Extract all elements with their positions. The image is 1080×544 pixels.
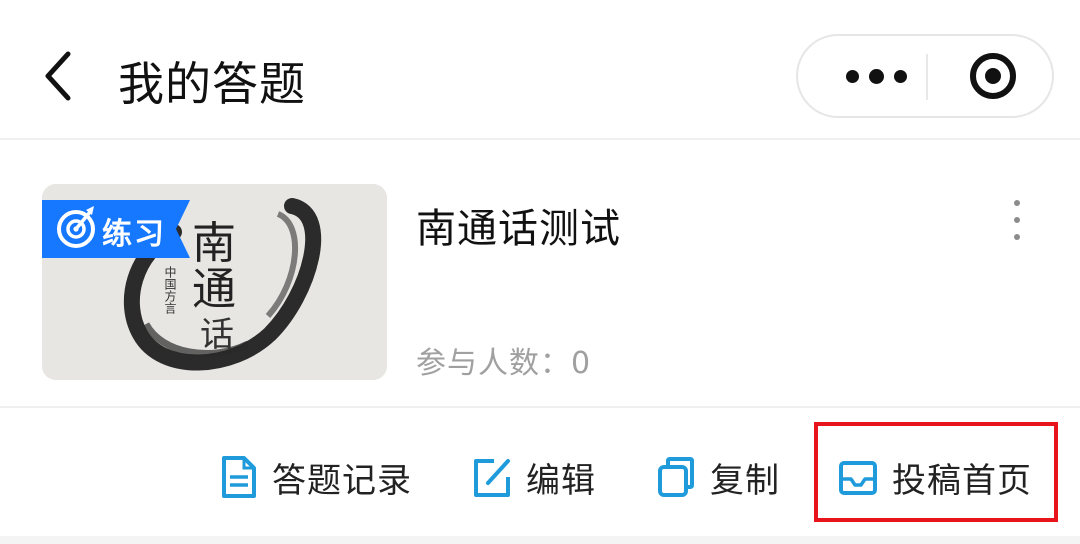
participant-count: 参与人数：0 (416, 346, 592, 381)
thumb-char-1: 南 (192, 218, 236, 269)
edit-icon (474, 459, 510, 497)
bottom-spacer (0, 536, 1080, 544)
mini-program-capsule (796, 34, 1054, 118)
chevron-left-icon[interactable] (36, 44, 86, 108)
thumb-small-text: 中国方言 (163, 265, 177, 315)
kebab-menu-icon[interactable] (1006, 200, 1028, 240)
divider (0, 406, 1080, 408)
more-dots-icon[interactable] (826, 36, 926, 116)
thumb-char-2: 通 (192, 264, 236, 315)
capsule-divider (926, 54, 928, 100)
answer-records-button[interactable]: 答题记录 (218, 442, 412, 512)
quiz-title[interactable]: 南通话测试 (416, 196, 621, 254)
edit-label: 编辑 (526, 460, 596, 501)
edit-button[interactable]: 编辑 (472, 442, 596, 512)
document-icon (222, 456, 256, 498)
copy-button[interactable]: 复制 (656, 442, 780, 512)
record-circle-icon[interactable] (970, 53, 1016, 99)
tag-label: 练习 (102, 217, 166, 252)
practice-tag: 练习 (42, 200, 190, 258)
copy-icon (658, 457, 694, 497)
answer-records-label: 答题记录 (272, 460, 412, 501)
highlight-box (814, 422, 1058, 522)
thumb-char-3: 话 (200, 315, 234, 355)
nav-header: 我的答题 (0, 0, 1080, 140)
page-title: 我的答题 (118, 57, 306, 111)
copy-label: 复制 (710, 460, 780, 501)
